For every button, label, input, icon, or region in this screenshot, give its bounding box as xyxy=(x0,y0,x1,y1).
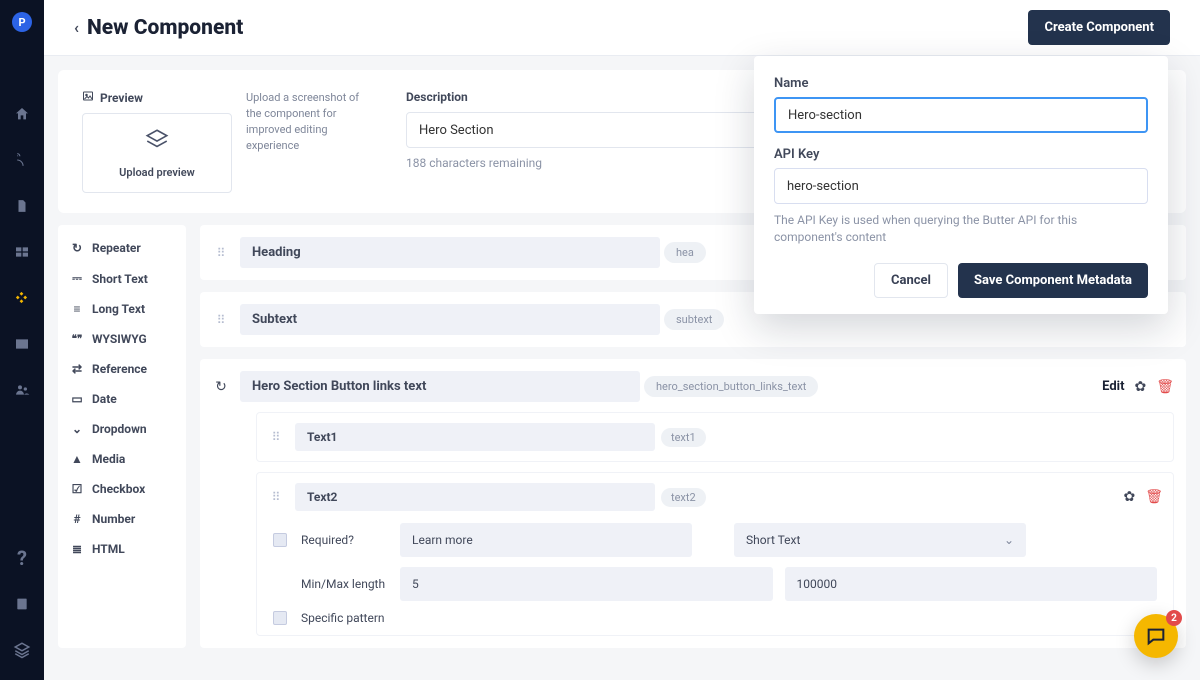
chat-launcher[interactable]: 2 xyxy=(1134,614,1178,658)
long-text-icon: ≡ xyxy=(70,302,84,316)
child-name[interactable]: Text1 xyxy=(295,423,655,451)
wysiwyg-icon: ❝❞ xyxy=(70,334,84,345)
trash-icon[interactable]: 🗑 xyxy=(1156,379,1174,395)
repeater-icon: ↻ xyxy=(70,241,84,255)
workspace-avatar[interactable]: P xyxy=(12,12,32,32)
stack-icon xyxy=(140,127,174,160)
chat-badge: 2 xyxy=(1166,610,1182,626)
palette-long-text[interactable]: ≡Long Text xyxy=(58,294,186,324)
upload-preview-button[interactable]: Upload preview xyxy=(82,113,232,193)
apikey-label: API Key xyxy=(774,147,1148,162)
preview-label: Preview xyxy=(82,90,232,105)
field-slug: subtext xyxy=(664,309,724,330)
pattern-checkbox[interactable] xyxy=(273,611,287,625)
palette-reference[interactable]: ⇄Reference xyxy=(58,354,186,384)
help-icon[interactable]: ? xyxy=(10,546,34,570)
checkbox-icon: ☑ xyxy=(70,482,84,496)
palette-number[interactable]: #Number xyxy=(58,504,186,534)
field-palette: ↻Repeater ⎓Short Text ≡Long Text ❝❞WYSIW… xyxy=(58,225,186,648)
field-slug: hero_section_button_links_text xyxy=(644,376,818,397)
field-repeater: ↻ Hero Section Button links text hero_se… xyxy=(200,359,1186,648)
metadata-modal: Name API Key The API Key is used when qu… xyxy=(754,56,1168,314)
palette-short-text[interactable]: ⎓Short Text xyxy=(58,263,186,294)
number-icon: # xyxy=(70,512,84,526)
repeater-icon: ↻ xyxy=(212,379,230,395)
media-icon: ▲ xyxy=(70,452,84,466)
drag-handle-icon[interactable]: ⠿ xyxy=(267,430,285,444)
html-icon: ≣ xyxy=(70,542,84,556)
blog-icon[interactable] xyxy=(10,148,34,172)
child-name[interactable]: Text2 xyxy=(295,483,655,511)
drag-handle-icon[interactable]: ⠿ xyxy=(267,490,285,504)
required-label: Required? xyxy=(301,533,386,547)
page-header: ‹ New Component Create Component xyxy=(44,0,1200,56)
drag-handle-icon[interactable]: ⠿ xyxy=(212,313,230,327)
field-slug: hea xyxy=(664,242,706,263)
reference-icon: ⇄ xyxy=(70,362,84,376)
cancel-button[interactable]: Cancel xyxy=(874,263,948,298)
apikey-input[interactable] xyxy=(774,168,1148,204)
pages-icon[interactable] xyxy=(10,194,34,218)
create-component-button[interactable]: Create Component xyxy=(1028,10,1170,45)
drag-handle-icon[interactable]: ⠿ xyxy=(212,246,230,260)
image-icon xyxy=(82,90,94,105)
components-icon[interactable] xyxy=(10,286,34,310)
trash-icon[interactable]: 🗑 xyxy=(1145,489,1163,505)
palette-html[interactable]: ≣HTML xyxy=(58,534,186,564)
save-metadata-button[interactable]: Save Component Metadata xyxy=(958,263,1148,298)
child-slug: text2 xyxy=(661,488,706,507)
field-name[interactable]: Subtext xyxy=(240,304,660,335)
minmax-label: Min/Max length xyxy=(301,577,386,591)
palette-checkbox[interactable]: ☑Checkbox xyxy=(58,474,186,504)
collections-icon[interactable] xyxy=(10,240,34,264)
dropdown-icon: ⌄ xyxy=(70,422,84,436)
palette-repeater[interactable]: ↻Repeater xyxy=(58,233,186,263)
field-config: Required? Short Text ⌄ Min/Max le xyxy=(267,523,1163,625)
child-slug: text1 xyxy=(661,428,706,447)
max-input[interactable] xyxy=(785,567,1158,601)
palette-media[interactable]: ▲Media xyxy=(58,444,186,474)
name-label: Name xyxy=(774,76,1148,91)
field-name[interactable]: Heading xyxy=(240,237,660,268)
repeater-child-text2: ⠿ Text2 text2 ✿ 🗑 Required? xyxy=(256,472,1174,636)
placeholder-input[interactable] xyxy=(400,523,692,557)
upload-hint: Upload a screenshot of the component for… xyxy=(246,90,374,193)
settings-stack-icon[interactable] xyxy=(10,638,34,662)
field-name[interactable]: Hero Section Button links text xyxy=(240,371,640,402)
date-icon: ▭ xyxy=(70,392,84,406)
page-title: New Component xyxy=(87,16,243,40)
type-select[interactable]: Short Text ⌄ xyxy=(734,523,1026,557)
min-input[interactable] xyxy=(400,567,773,601)
home-icon[interactable] xyxy=(10,102,34,126)
gear-icon[interactable]: ✿ xyxy=(1134,379,1146,395)
docs-icon[interactable] xyxy=(10,592,34,616)
palette-dropdown[interactable]: ⌄Dropdown xyxy=(58,414,186,444)
palette-wysiwyg[interactable]: ❝❞WYSIWYG xyxy=(58,324,186,354)
edit-button[interactable]: Edit xyxy=(1102,379,1124,394)
required-checkbox[interactable] xyxy=(273,533,287,547)
repeater-child-text1: ⠿ Text1 text1 xyxy=(256,412,1174,462)
apikey-help: The API Key is used when querying the Bu… xyxy=(774,212,1148,247)
media-icon[interactable] xyxy=(10,332,34,356)
name-input[interactable] xyxy=(774,97,1148,133)
app-area: ‹ New Component Create Component Preview… xyxy=(44,0,1200,680)
users-icon[interactable] xyxy=(10,378,34,402)
palette-date[interactable]: ▭Date xyxy=(58,384,186,414)
chevron-down-icon: ⌄ xyxy=(1004,533,1014,547)
back-button[interactable]: ‹ xyxy=(74,18,79,37)
short-text-icon: ⎓ xyxy=(70,271,84,286)
pattern-label: Specific pattern xyxy=(301,611,385,625)
gear-icon[interactable]: ✿ xyxy=(1123,489,1135,505)
left-nav: P ? xyxy=(0,0,44,680)
